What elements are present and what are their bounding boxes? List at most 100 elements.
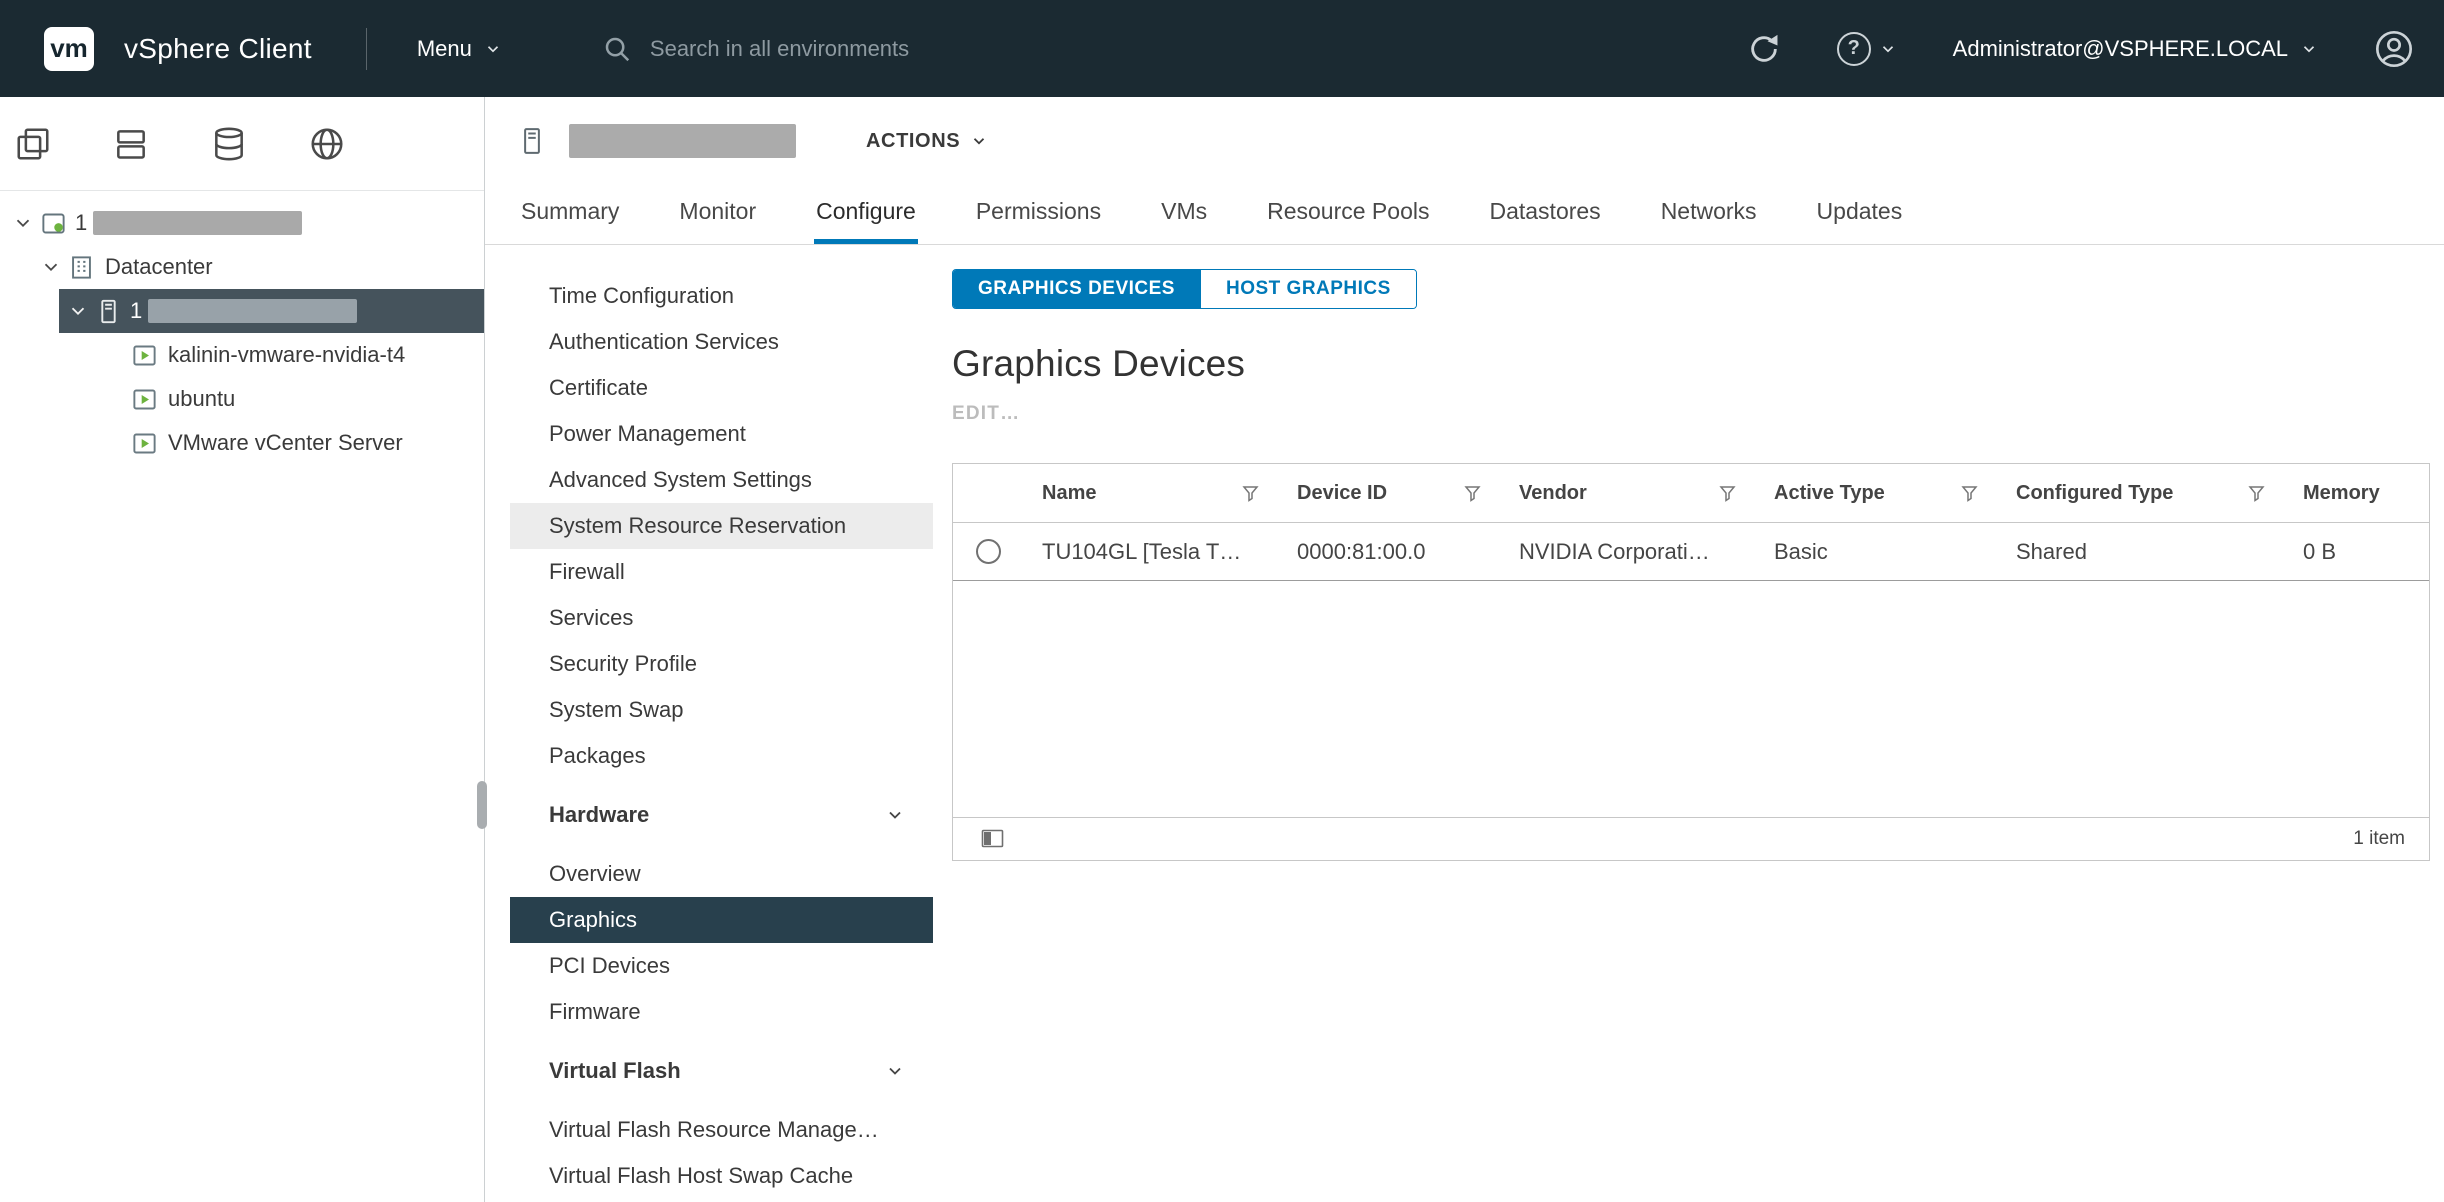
cfg-item-firmware[interactable]: Firmware (510, 989, 933, 1035)
column-label: Active Type (1774, 482, 1885, 505)
filter-icon[interactable] (1719, 485, 1736, 502)
menu-label: Menu (417, 36, 472, 62)
app-title: vSphere Client (124, 33, 312, 65)
vms-and-templates-icon[interactable] (112, 125, 150, 163)
cfg-item-overview[interactable]: Overview (510, 851, 933, 897)
tab-permissions[interactable]: Permissions (974, 198, 1103, 244)
table-header-row: Name Device ID Vendor (953, 464, 2429, 523)
tab-datastores[interactable]: Datastores (1487, 198, 1602, 244)
chevron-down-icon (885, 805, 905, 825)
chevron-down-icon[interactable] (67, 300, 89, 322)
cfg-item-services[interactable]: Services (510, 595, 933, 641)
vm-icon (131, 386, 158, 413)
column-label: Memory (2303, 482, 2380, 505)
cfg-item-certificate[interactable]: Certificate (510, 365, 933, 411)
cfg-item-virtual-flash-resource-management[interactable]: Virtual Flash Resource Manage… (510, 1107, 933, 1153)
cfg-item-time-configuration[interactable]: Time Configuration (510, 273, 933, 319)
user-name: Administrator@VSPHERE.LOCAL (1953, 36, 2288, 62)
search-input[interactable] (650, 36, 1210, 62)
hosts-and-clusters-icon[interactable] (14, 125, 52, 163)
configure-split: Time Configuration Authentication Servic… (485, 245, 2444, 1202)
tree-item-label: 1 (75, 210, 87, 236)
cfg-item-system-resource-reservation[interactable]: System Resource Reservation (510, 503, 933, 549)
chevron-down-icon (1879, 40, 1897, 58)
chevron-down-icon (2300, 40, 2318, 58)
filter-icon[interactable] (1464, 485, 1481, 502)
tab-configure[interactable]: Configure (814, 198, 918, 244)
cfg-item-packages[interactable]: Packages (510, 733, 933, 779)
row-radio[interactable] (976, 539, 1001, 564)
tab-resource-pools[interactable]: Resource Pools (1265, 198, 1431, 244)
tree-item-datacenter[interactable]: Datacenter (0, 245, 484, 289)
filter-icon[interactable] (1242, 485, 1259, 502)
column-label: Name (1042, 482, 1096, 505)
vmware-logo[interactable]: vm (44, 27, 94, 71)
main-area: ACTIONS Summary Monitor Configure Permis… (485, 97, 2444, 1202)
tab-updates[interactable]: Updates (1815, 198, 1905, 244)
help-menu-button[interactable]: ? (1837, 32, 1897, 66)
cfg-item-system-swap[interactable]: System Swap (510, 687, 933, 733)
chevron-down-icon (484, 40, 502, 58)
tab-vms[interactable]: VMs (1159, 198, 1209, 244)
topbar-right: ? Administrator@VSPHERE.LOCAL (1747, 29, 2414, 69)
tree-item-vm-kalinin[interactable]: kalinin-vmware-nvidia-t4 (0, 333, 484, 377)
table-footer: 1 item (953, 817, 2429, 860)
column-settings-icon[interactable] (981, 829, 1004, 849)
redacted-label (93, 211, 302, 235)
cfg-item-graphics[interactable]: Graphics (510, 897, 933, 943)
chevron-down-icon[interactable] (40, 256, 62, 278)
refresh-button[interactable] (1747, 32, 1781, 66)
graphics-panel: GRAPHICS DEVICES HOST GRAPHICS Graphics … (933, 245, 2444, 1202)
column-label: Configured Type (2016, 482, 2173, 505)
host-graphics-toggle[interactable]: HOST GRAPHICS (1200, 270, 1416, 308)
vcenter-icon (40, 210, 67, 237)
cfg-section-label: Virtual Flash (549, 1058, 681, 1084)
inventory-view-switcher (0, 97, 484, 191)
cfg-item-pci-devices[interactable]: PCI Devices (510, 943, 933, 989)
table-row[interactable]: TU104GL [Tesla T… 0000:81:00.0 NVIDIA Co… (953, 523, 2429, 581)
column-header-vendor: Vendor (1500, 482, 1755, 505)
chevron-down-icon[interactable] (12, 212, 34, 234)
cfg-item-power-management[interactable]: Power Management (510, 411, 933, 457)
cell-configured-type: Shared (1997, 539, 2284, 565)
redacted-object-title (569, 124, 796, 158)
tree-item-vcenter[interactable]: 1 (0, 201, 484, 245)
cfg-section-hardware[interactable]: Hardware (510, 792, 933, 838)
graphics-devices-table: Name Device ID Vendor (952, 463, 2430, 861)
cfg-item-advanced-system-settings[interactable]: Advanced System Settings (510, 457, 933, 503)
tree-item-label: VMware vCenter Server (168, 430, 403, 456)
tab-monitor[interactable]: Monitor (677, 198, 758, 244)
avatar-icon[interactable] (2374, 29, 2414, 69)
cfg-section-virtual-flash[interactable]: Virtual Flash (510, 1048, 933, 1094)
column-label: Vendor (1519, 482, 1587, 505)
sidebar-resize-handle[interactable] (477, 781, 487, 829)
vm-icon (131, 342, 158, 369)
user-menu-button[interactable]: Administrator@VSPHERE.LOCAL (1953, 36, 2318, 62)
filter-icon[interactable] (2248, 485, 2265, 502)
inventory-tree: 1 Datacenter 1 kalinin-vmware-nvidia (0, 191, 484, 465)
filter-icon[interactable] (1961, 485, 1978, 502)
tree-item-host-selected[interactable]: 1 (59, 289, 484, 333)
top-bar: vm vSphere Client Menu ? Administrator@V… (0, 0, 2444, 97)
cfg-item-security-profile[interactable]: Security Profile (510, 641, 933, 687)
networking-icon[interactable] (308, 125, 346, 163)
cfg-item-firewall[interactable]: Firewall (510, 549, 933, 595)
table-empty-space (953, 581, 2429, 817)
chevron-down-icon (970, 132, 988, 150)
help-glyph: ? (1848, 37, 1860, 60)
help-icon: ? (1837, 32, 1871, 66)
menu-button[interactable]: Menu (417, 36, 502, 62)
cfg-item-virtual-flash-host-swap-cache[interactable]: Virtual Flash Host Swap Cache (510, 1153, 933, 1199)
tab-networks[interactable]: Networks (1659, 198, 1759, 244)
edit-button[interactable]: EDIT… (952, 403, 1020, 425)
storage-icon[interactable] (210, 125, 248, 163)
column-header-active-type: Active Type (1755, 482, 1997, 505)
row-select-cell (953, 539, 1023, 564)
cfg-item-authentication-services[interactable]: Authentication Services (510, 319, 933, 365)
tree-item-vm-ubuntu[interactable]: ubuntu (0, 377, 484, 421)
tree-item-vm-vcenter-server[interactable]: VMware vCenter Server (0, 421, 484, 465)
graphics-devices-toggle[interactable]: GRAPHICS DEVICES (953, 270, 1200, 308)
host-icon (95, 298, 122, 325)
tab-summary[interactable]: Summary (519, 198, 621, 244)
actions-button[interactable]: ACTIONS (866, 130, 988, 153)
